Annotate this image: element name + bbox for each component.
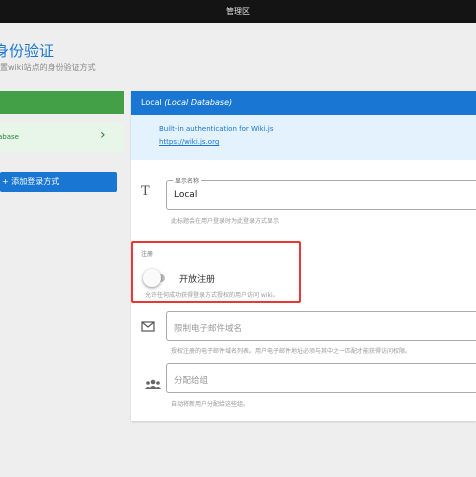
- assign-group-placeholder: 分配给组: [174, 376, 209, 386]
- strategy-info-box: Built-in authentication for Wiki.js http…: [131, 115, 476, 160]
- strategy-description: Built-in authentication for Wiki.js: [159, 125, 274, 133]
- top-bar-title: 管理区: [226, 7, 250, 16]
- registration-toggle-label: 开放注册: [179, 275, 216, 285]
- assign-group-row: 分配给组 自动将新用户分配给这些组。: [131, 363, 476, 408]
- page-title: 身份验证: [0, 42, 55, 60]
- strategy-list-panel: abase › + 添加登录方式: [0, 91, 124, 192]
- email-icon: [141, 317, 155, 336]
- display-name-field[interactable]: 显示名称 Local: [166, 176, 476, 210]
- group-icon: [145, 374, 161, 393]
- display-name-value: Local: [174, 190, 198, 200]
- strategy-name: Local: [141, 98, 162, 107]
- page-subtitle: 置wiki站点的身份验证方式: [0, 63, 96, 72]
- registration-label: 注册: [141, 251, 154, 258]
- assign-group-select[interactable]: 分配给组: [166, 363, 476, 393]
- strategy-header: Local (Local Database): [131, 91, 476, 115]
- email-domain-input[interactable]: 限制电子邮件域名: [166, 311, 476, 341]
- strategy-list-item-label: abase: [0, 133, 19, 141]
- display-name-row: T 显示名称 Local 此标题会在用户登录时为此登录方式显示: [131, 176, 476, 225]
- chevron-right-icon: ›: [100, 127, 106, 143]
- strategy-list-header: [0, 91, 124, 114]
- title-icon: T: [141, 184, 150, 199]
- email-domain-hint: 授权注册的电子邮件域名列表。用户电子邮件地址必须与其中之一匹配才能获得访问权限。: [171, 348, 412, 355]
- display-name-hint: 此标题会在用户登录时为此登录方式显示: [171, 218, 280, 225]
- assign-group-hint: 自动将新用户分配给这些组。: [171, 401, 250, 408]
- strategy-detail: (Local Database): [164, 98, 233, 107]
- registration-toggle-knob[interactable]: [143, 269, 161, 287]
- email-domain-row: 限制电子邮件域名 授权注册的电子邮件域名列表。用户电子邮件地址必须与其中之一匹配…: [131, 311, 476, 356]
- display-name-legend: 显示名称: [173, 176, 202, 185]
- registration-highlight: 注册 开放注册 允许任何成功获得登录方式授权的用户访问 wiki。: [131, 241, 301, 303]
- strategy-list-item-local[interactable]: abase ›: [0, 123, 124, 152]
- registration-hint: 允许任何成功获得登录方式授权的用户访问 wiki。: [145, 292, 279, 299]
- email-domain-placeholder: 限制电子邮件域名: [174, 324, 243, 334]
- top-bar: 管理区: [0, 0, 476, 23]
- add-strategy-button[interactable]: + 添加登录方式: [0, 172, 117, 192]
- strategy-link[interactable]: https://wiki.js.org: [159, 138, 476, 146]
